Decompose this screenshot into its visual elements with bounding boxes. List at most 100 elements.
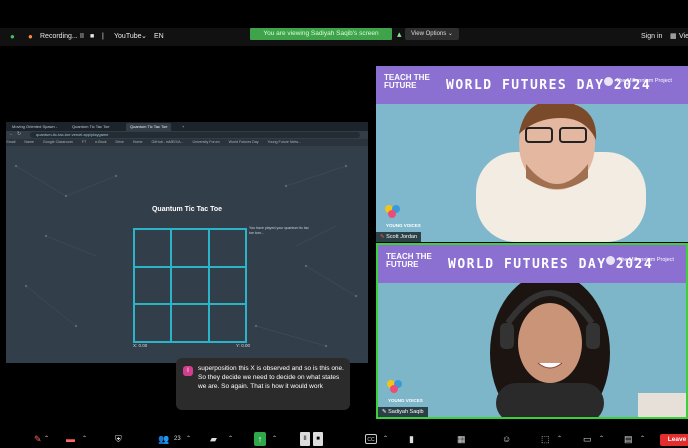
polls-icon[interactable]: ▮ — [409, 432, 414, 446]
bookmark-item[interactable]: Drive — [116, 140, 124, 144]
chevron-up-icon[interactable]: ⌃ — [44, 432, 49, 446]
language-label[interactable]: EN — [154, 28, 164, 46]
video-tile-sadiyah-saqib[interactable]: TEACH THE FUTURE WORLD FUTURES DAY 2024 … — [376, 243, 688, 419]
board-cell[interactable] — [171, 229, 209, 267]
bookmark-item[interactable]: Name — [24, 140, 34, 144]
young-voices-logo — [385, 205, 400, 218]
chevron-up-icon[interactable]: ⌃ — [557, 432, 562, 446]
bookmark-item[interactable]: University Forum — [192, 140, 219, 144]
chevron-up-icon[interactable]: ⌃ — [640, 432, 645, 446]
browser-tab-active[interactable]: Quantum Tic Tac Toe — [126, 123, 172, 131]
screen-share-icon: ▴ — [397, 29, 402, 39]
chevron-up-icon[interactable]: ⌃ — [228, 432, 233, 446]
chevron-up-icon[interactable]: ⌃ — [82, 432, 87, 446]
event-banner: TEACH THE FUTURE WORLD FUTURES DAY 2024 … — [376, 66, 688, 104]
bookmark-item[interactable]: Google Classroom — [43, 140, 73, 144]
millennium-project-label: The Millennium Project — [618, 257, 674, 263]
recording-icon: ● — [28, 32, 33, 41]
view-options-label: View Options — [411, 31, 447, 37]
reload-icon[interactable]: ↻ — [17, 131, 21, 137]
game-title: Quantum Tic Tac Toe — [151, 206, 222, 213]
bookmark-item[interactable]: e-Book — [95, 140, 106, 144]
participant-name: Scott Jordan — [386, 234, 418, 240]
board-cell[interactable] — [208, 266, 246, 305]
leave-button[interactable]: Leave — [660, 434, 688, 446]
board-cell[interactable] — [171, 304, 209, 342]
teach-the-future-logo: TEACH THE FUTURE — [384, 73, 430, 90]
shared-screen: Moving Oriented Spawn - Quantum Tic Tac … — [6, 122, 368, 363]
chevron-up-icon[interactable]: ⌃ — [186, 432, 191, 446]
video-off-icon[interactable]: ▬ — [66, 432, 75, 446]
browser-tab-strip: Moving Oriented Spawn - Quantum Tic Tac … — [6, 122, 368, 131]
pause-recording-icon[interactable]: II — [80, 28, 84, 46]
new-tab-button[interactable]: + — [178, 123, 188, 131]
pause-share-icon[interactable]: II — [300, 432, 310, 446]
view-grid-icon[interactable]: ▦ — [670, 28, 677, 46]
board-cell[interactable] — [134, 304, 172, 342]
view-options-button[interactable]: View Options ⌄ — [405, 28, 459, 40]
board-cell[interactable] — [171, 266, 209, 305]
score-x: X: 0.00 — [133, 343, 148, 348]
recording-label: Recording... — [40, 33, 78, 40]
participant-name: Sadiyah Saqib — [388, 409, 424, 415]
bookmark-item[interactable]: FT — [82, 140, 86, 144]
participant-video — [376, 104, 688, 242]
whiteboard-icon[interactable]: ⬚ — [541, 432, 550, 446]
teach-the-future-logo: TEACH THE FUTURE — [386, 252, 432, 269]
bookmarks-bar: Gmail Name Google Classroom FT e-Book Dr… — [6, 139, 368, 146]
browser-address-bar: ← ↻ quantum-tic-tac-toe.vercel.app/playg… — [6, 131, 368, 139]
chevron-down-icon[interactable]: ⌄ — [141, 28, 147, 46]
live-caption: I superposition this X is observed and s… — [176, 358, 350, 410]
participant-name-bar: ✎ Sadiyah Saqib — [378, 407, 428, 417]
bookmark-item[interactable]: Home — [133, 140, 143, 144]
game-page: Quantum Tic Tac Toe You have played your… — [6, 146, 368, 363]
board-cell[interactable] — [208, 304, 246, 342]
shield-icon[interactable]: ● — [10, 28, 15, 46]
chat-icon[interactable]: ▰ — [210, 432, 217, 446]
participants-icon[interactable]: 👥 — [158, 432, 169, 446]
meeting-toolbar: ✎ ⌃ ▬ ⌃ ⛨ 👥 23 ⌃ ▰ ⌃ ↑ ⌃ II ■ CC ⌃ ▮ ▦ ☺… — [0, 430, 688, 448]
browser-tab[interactable]: Moving Oriented Spawn - — [8, 123, 61, 131]
young-voices-logo — [387, 380, 402, 393]
participant-name-bar: ✎ Scott Jordan — [376, 232, 422, 242]
browser-tab[interactable]: Quantum Tic Tac Toe — [68, 123, 113, 131]
game-board — [133, 228, 247, 343]
stop-share-icon[interactable]: ■ — [313, 432, 323, 446]
board-cell[interactable] — [134, 229, 172, 267]
apps-icon[interactable]: ▦ — [457, 432, 466, 446]
participant-video — [378, 283, 686, 417]
board-cell[interactable] — [134, 266, 172, 305]
score-y: Y: 0.00 — [236, 343, 251, 348]
millennium-project-label: The Millennium Project — [616, 78, 672, 84]
divider: | — [102, 33, 104, 40]
caption-text: superposition this X is observed and so … — [198, 365, 344, 390]
url-field[interactable]: quantum-tic-tac-toe.vercel.app/playgame — [30, 132, 360, 138]
bookmark-item[interactable]: Young Future Netw... — [267, 140, 300, 144]
security-icon[interactable]: ⛨ — [115, 432, 122, 446]
millennium-project-logo — [604, 77, 613, 86]
share-screen-icon[interactable]: ↑ — [254, 432, 266, 446]
captions-icon[interactable]: CC — [365, 434, 377, 444]
speaker-avatar: I — [183, 366, 193, 376]
stop-recording-icon[interactable]: ■ — [90, 28, 94, 46]
chevron-up-icon[interactable]: ⌃ — [383, 432, 388, 446]
more-icon[interactable]: ▭ — [583, 432, 592, 446]
view-label[interactable]: View — [679, 28, 688, 46]
chevron-up-icon[interactable]: ⌃ — [272, 432, 277, 446]
back-icon[interactable]: ← — [9, 131, 14, 137]
mic-off-icon[interactable]: ✎ — [34, 432, 42, 446]
chevron-down-icon: ⌄ — [447, 31, 453, 37]
bookmark-item[interactable]: World Futures Day — [229, 140, 259, 144]
bookmark-item[interactable]: GitHub - rsMEG/A... — [152, 140, 184, 144]
reactions-icon[interactable]: ☺ — [502, 432, 511, 446]
bookmark-item[interactable]: Gmail — [6, 140, 15, 144]
event-banner: TEACH THE FUTURE WORLD FUTURES DAY 2024 … — [378, 245, 686, 283]
notes-icon[interactable]: ▤ — [624, 432, 633, 446]
video-tile-scott-jordan[interactable]: TEACH THE FUTURE WORLD FUTURES DAY 2024 … — [376, 66, 688, 242]
participants-count[interactable]: 23 — [174, 432, 181, 446]
meeting-top-bar: ● ● Recording... II ■ | YouTube ⌄ EN You… — [0, 28, 688, 46]
board-cell[interactable] — [208, 229, 246, 267]
youtube-label[interactable]: YouTube — [114, 28, 142, 46]
sign-in-link[interactable]: Sign in — [641, 28, 662, 46]
chevron-up-icon[interactable]: ⌃ — [599, 432, 604, 446]
